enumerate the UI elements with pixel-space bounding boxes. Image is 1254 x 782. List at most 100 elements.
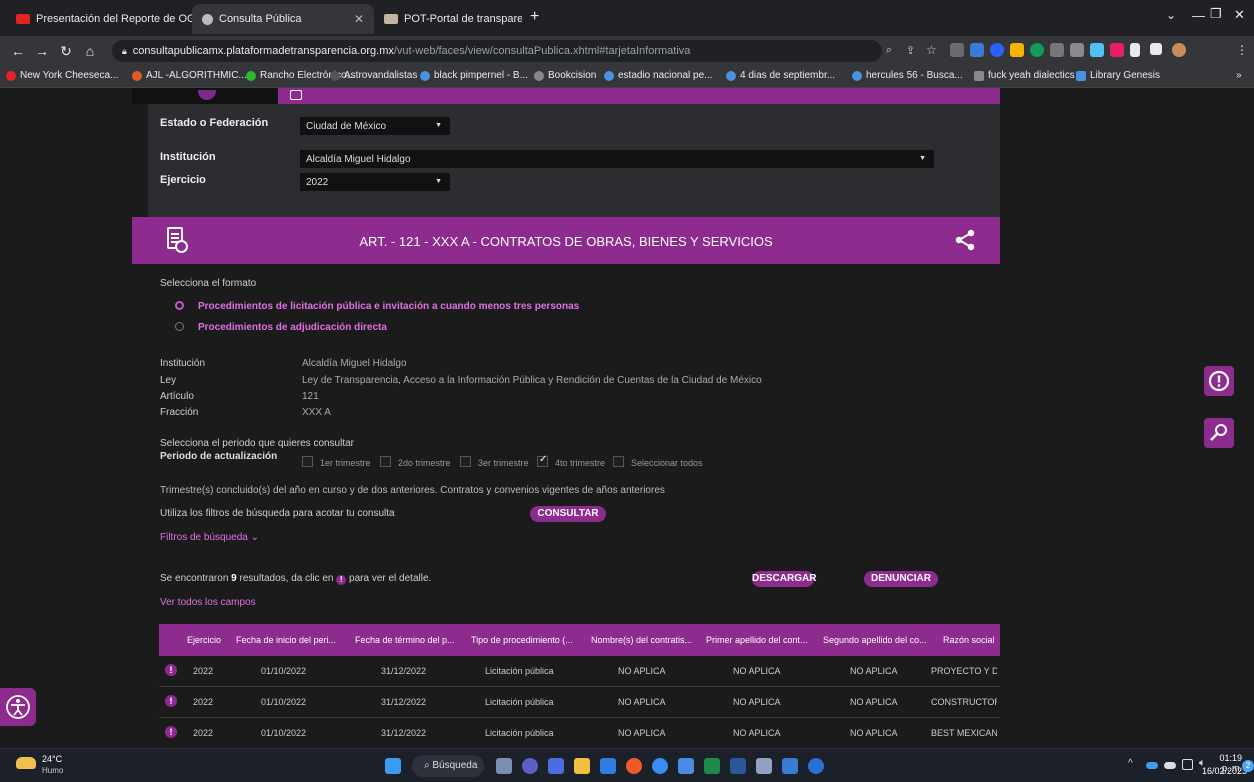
restore-window-button[interactable]: ❐ [1210,6,1222,22]
bookmark-item[interactable]: hercules 56 - Busca... [852,70,963,81]
file-explorer-icon[interactable] [574,758,590,774]
extension-icon[interactable] [1090,43,1104,57]
browser-tab-active[interactable]: Consulta Pública ✕ [192,4,374,34]
close-window-button[interactable]: ✕ [1234,7,1245,23]
share-icon[interactable] [954,229,976,251]
tab-search-icon[interactable]: ⌄ [1166,8,1176,22]
address-bar-input[interactable]: 🔒︎ consultapublicamx.plataformadetranspa… [112,40,882,62]
task-view-icon[interactable] [496,758,512,774]
onedrive-icon[interactable] [1146,762,1158,769]
column-header[interactable]: Primer apellido del cont... [706,635,808,645]
bookmark-item[interactable]: Astrovandalistas [330,70,417,81]
estado-select[interactable]: Ciudad de México ▼ [300,117,450,135]
browser-tab[interactable]: POT-Portal de transparencia ✕ [374,4,522,34]
site-logo[interactable] [132,88,278,104]
descargar-button[interactable]: DESCARGAR [752,571,816,587]
format-radio-adjudicacion[interactable] [175,322,184,331]
bookmark-item[interactable]: AJL -ALGORITHMIC... [132,70,247,81]
consultar-button[interactable]: CONSULTAR [530,506,606,522]
ejercicio-select[interactable]: 2022 ▼ [300,173,450,191]
bookmark-item[interactable]: Library Genesis [1076,70,1160,81]
format-option-adjudicacion[interactable]: Procedimientos de adjudicación directa [198,322,387,333]
bookmarks-overflow-button[interactable]: » [1236,70,1242,81]
weather-icon[interactable] [16,757,36,769]
select-all-checkbox[interactable] [613,456,624,467]
chrome-icon[interactable] [626,758,642,774]
store-icon[interactable] [756,758,772,774]
word-icon[interactable] [678,758,694,774]
reload-icon[interactable]: ↻ [54,43,78,60]
sidebar-icon[interactable] [1150,43,1162,55]
bookmark-item[interactable]: estadio nacional pe... [604,70,713,81]
denunciar-button[interactable]: DENUNCIAR [864,571,938,587]
accessibility-button[interactable] [0,688,36,726]
tools-button[interactable] [1204,418,1234,448]
profile-avatar[interactable] [1172,43,1186,57]
column-header[interactable]: Tipo de procedimiento (... [471,635,573,645]
extension-icon[interactable] [1110,43,1124,57]
new-tab-button[interactable]: + [530,8,539,26]
outlook-icon[interactable] [730,758,746,774]
zoom-icon[interactable]: ⌕ [886,44,892,57]
extension-icon[interactable] [950,43,964,57]
cloud-icon[interactable] [1164,762,1176,769]
mail-icon[interactable] [600,758,616,774]
period-checkbox-3[interactable] [460,456,471,467]
home-icon[interactable]: ⌂ [78,43,102,59]
taskbar-search-box[interactable]: ⌕ Búsqueda [412,755,484,777]
column-header[interactable]: Ejercicio [187,635,221,645]
alert-button[interactable] [1204,366,1234,396]
browser-tab[interactable]: Presentación del Reporte de OGI ✕ [6,4,192,34]
row-detail-info-icon[interactable]: ! [165,664,177,676]
excel-icon[interactable] [704,758,720,774]
forward-icon[interactable]: → [30,43,54,59]
extension-icon[interactable] [1010,43,1024,57]
app-icon[interactable] [652,758,668,774]
bookmark-item[interactable]: Bookcision [534,70,596,81]
share-page-icon[interactable]: ⇪ [906,44,915,57]
row-detail-info-icon[interactable]: ! [165,695,177,707]
column-header[interactable]: Fecha de término del p... [355,635,455,645]
column-header[interactable]: Segundo apellido del co... [823,635,927,645]
extensions-puzzle-icon[interactable] [1130,43,1140,57]
chat-icon[interactable] [522,758,538,774]
period-checkbox-4[interactable] [537,454,548,467]
tray-overflow-icon[interactable]: ^ [1128,758,1133,769]
minimize-window-button[interactable]: — [1192,8,1205,23]
format-radio-licitacion[interactable] [175,301,184,310]
column-header[interactable]: Nombre(s) del contratis... [591,635,692,645]
table-row[interactable]: ! 2022 01/10/2022 31/12/2022 Licitación … [159,718,1000,748]
widgets-icon[interactable] [548,758,564,774]
search-filters-toggle[interactable]: Filtros de búsqueda ⌄ [160,532,259,543]
format-option-licitacion[interactable]: Procedimientos de licitación pública e i… [198,301,579,312]
bookmark-item[interactable]: fuck yeah dialectics [974,70,1075,81]
network-icon[interactable] [1182,759,1193,770]
bookmark-item[interactable]: black pimpernel - B... [420,70,528,81]
extension-icon[interactable] [1030,43,1044,57]
table-row[interactable]: ! 2022 01/10/2022 31/12/2022 Licitación … [159,656,1000,687]
bookmark-item[interactable]: 4 dias de septiembr... [726,70,835,81]
bookmark-star-icon[interactable]: ☆ [926,43,937,57]
windows-start-icon[interactable] [385,758,401,774]
column-header[interactable]: Fecha de inicio del peri... [236,635,336,645]
edge-icon[interactable] [808,758,824,774]
extension-icon[interactable] [970,43,984,57]
back-icon[interactable]: ← [6,43,30,59]
row-detail-info-icon[interactable]: ! [165,726,177,738]
clock-date[interactable]: 16/02/2023 [1202,766,1247,776]
notification-badge[interactable]: 2 [1242,760,1254,772]
extension-icon[interactable] [1070,43,1084,57]
bookmark-item[interactable]: New York Cheeseca... [6,70,118,81]
all-fields-link[interactable]: Ver todos los campos [160,597,256,608]
column-header[interactable]: Razón social [943,635,995,645]
notes-icon[interactable] [782,758,798,774]
period-checkbox-2[interactable] [380,456,391,467]
menu-icon[interactable] [290,90,302,100]
close-tab-icon[interactable]: ✕ [354,12,364,26]
extension-icon[interactable] [990,43,1004,57]
period-checkbox-1[interactable] [302,456,313,467]
institucion-select[interactable]: Alcaldía Miguel Hidalgo ▼ [300,150,934,168]
browser-menu-icon[interactable]: ⋮ [1236,43,1248,57]
extension-icon[interactable] [1050,43,1064,57]
table-row[interactable]: ! 2022 01/10/2022 31/12/2022 Licitación … [159,687,1000,718]
